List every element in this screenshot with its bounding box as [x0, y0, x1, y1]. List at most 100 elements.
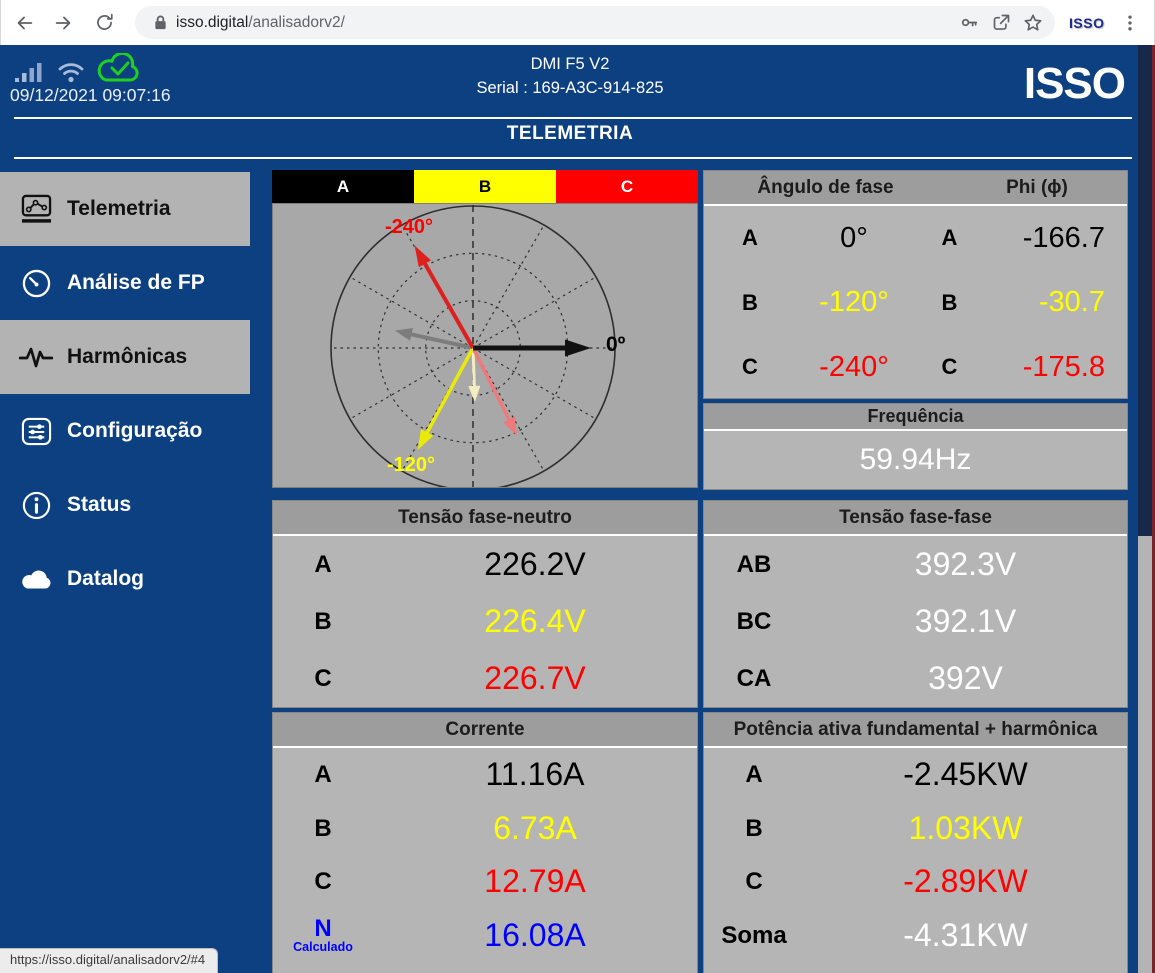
phasor-arrow-voltage-c: [415, 246, 473, 348]
value-row: B6.73A: [273, 802, 697, 856]
panel-voltage-ln: Tensão fase-neutro A226.2V B226.4V C226.7V: [272, 500, 698, 708]
phasor-arrow-current-c: [473, 348, 517, 436]
phase-label: C: [273, 869, 373, 894]
header-divider-bottom: [14, 157, 1132, 159]
angle-row: C-240°C-175.8: [704, 335, 1127, 400]
sidebar-item-harmonicas[interactable]: Harmônicas: [0, 320, 250, 394]
panel-title-voltage-ll: Tensão fase-fase: [704, 501, 1127, 536]
url-path: /analisadorv2/: [248, 14, 345, 31]
legend-phase-b: B: [414, 170, 556, 203]
panel-current: Corrente A11.16AB6.73AC12.79ANCalculado1…: [272, 712, 698, 973]
value-row: C226.7V: [273, 650, 697, 707]
phase-label: C: [273, 666, 373, 691]
legend-phase-a: A: [272, 170, 414, 203]
phase-label: NCalculado: [273, 916, 373, 954]
share-icon[interactable]: [985, 7, 1017, 39]
angle-phase-label: B: [704, 290, 796, 316]
phase-label: BC: [704, 609, 804, 634]
phase-value: 12.79A: [373, 863, 697, 900]
legend-phase-c: C: [556, 170, 698, 203]
isso-logo: ISSO: [1024, 59, 1125, 109]
angle-value: -240°: [796, 351, 912, 384]
gauge-icon: [18, 268, 54, 299]
phase-label: A: [273, 762, 373, 787]
phase-value: 16.08A: [373, 917, 697, 954]
phase-value: -4.31KW: [804, 917, 1127, 954]
panel-title-voltage-ln: Tensão fase-neutro: [273, 501, 697, 536]
phase-value: 226.4V: [373, 603, 697, 640]
value-row: AB392.3V: [704, 536, 1127, 593]
lock-icon[interactable]: [153, 14, 168, 31]
sidebar-item-datalog[interactable]: Datalog: [0, 542, 250, 616]
phase-label: A: [273, 552, 373, 577]
phase-label: A: [704, 762, 804, 787]
status-link-tooltip: https://isso.digital/analisadorv2/#4: [0, 948, 218, 973]
value-row: NCalculado16.08A: [273, 909, 697, 963]
phase-c-angle-label: -240°: [385, 216, 433, 239]
device-model: DMI F5 V2: [0, 55, 1140, 74]
phasor-canvas: [273, 204, 697, 487]
value-row: C12.79A: [273, 855, 697, 909]
value-row: A226.2V: [273, 536, 697, 593]
phase-value: 11.16A: [373, 756, 697, 793]
value-row: A-2.45KW: [704, 748, 1127, 802]
forward-button[interactable]: [47, 6, 81, 40]
phase-legend: ABC: [272, 170, 698, 203]
phi-value: -30.7: [987, 286, 1127, 319]
panel-title-angle: Ângulo de fase: [704, 177, 947, 199]
back-button[interactable]: [7, 6, 41, 40]
phi-phase-label: B: [912, 290, 987, 316]
page-title: TELEMETRIA: [0, 123, 1140, 145]
phase-value: 392V: [804, 660, 1127, 697]
phase-label: B: [273, 609, 373, 634]
telemetry-icon: [18, 194, 54, 224]
angle-phase-label: A: [704, 225, 796, 251]
angle-row: B-120°B-30.7: [704, 271, 1127, 336]
value-row: Soma-4.31KW: [704, 909, 1127, 963]
phase-b-angle-label: -120°: [387, 454, 435, 477]
sidebar-item-status[interactable]: Status: [0, 468, 250, 542]
bookmark-star-icon[interactable]: [1017, 7, 1049, 39]
phi-phase-label: A: [912, 225, 987, 251]
phase-label: CA: [704, 666, 804, 691]
value-row: BC392.1V: [704, 593, 1127, 650]
phase-label: B: [704, 816, 804, 841]
browser-menu-icon[interactable]: [1120, 13, 1140, 33]
frequency-value: 59.94Hz: [704, 431, 1127, 489]
panel-title-current: Corrente: [273, 713, 697, 748]
angle-phase-label: C: [704, 354, 796, 380]
reload-button[interactable]: [87, 6, 121, 40]
app-header: 09/12/2021 09:07:16 DMI F5 V2 Serial : 1…: [0, 45, 1155, 165]
angle-row: A0°A-166.7: [704, 206, 1127, 271]
waveform-icon: [18, 343, 54, 371]
address-bar[interactable]: isso.digital/analisadorv2/: [135, 6, 1055, 39]
panel-voltage-ll: Tensão fase-fase AB392.3VBC392.1VCA392V: [703, 500, 1128, 708]
phase-value: -2.89KW: [804, 863, 1127, 900]
phase-sublabel: Calculado: [273, 941, 373, 954]
phase-a-angle-label: 0º: [606, 333, 625, 357]
panel-title-phi: Phi (ϕ): [947, 177, 1127, 199]
angle-value: 0°: [796, 222, 912, 255]
sidebar-item-analise-de-fp[interactable]: Análise de FP: [0, 246, 250, 320]
phase-value: 6.73A: [373, 810, 697, 847]
panel-title-frequency: Frequência: [704, 404, 1127, 431]
sidebar-item-label: Datalog: [67, 567, 144, 591]
sidebar-item-configuracao[interactable]: Configuração: [0, 394, 250, 468]
phi-phase-label: C: [912, 354, 987, 380]
sidebar-item-telemetria[interactable]: Telemetria: [0, 172, 250, 246]
sidebar-item-label: Telemetria: [67, 197, 171, 221]
phasor-diagram: -240° 0º -120°: [272, 203, 698, 488]
key-icon[interactable]: [953, 7, 985, 39]
isso-extension-icon[interactable]: ISSO: [1069, 15, 1104, 31]
phase-label: C: [704, 869, 804, 894]
phase-value: 226.2V: [373, 546, 697, 583]
cloud-icon: [18, 567, 54, 592]
phase-value: -2.45KW: [804, 756, 1127, 793]
url-host: isso.digital: [176, 14, 248, 31]
sidebar-item-label: Configuração: [67, 419, 202, 443]
url-text[interactable]: isso.digital/analisadorv2/: [176, 14, 953, 32]
phase-value: 392.3V: [804, 546, 1127, 583]
phase-label: B: [273, 816, 373, 841]
panel-active-power: Potência ativa fundamental + harmônica A…: [703, 712, 1128, 973]
phase-label: AB: [704, 552, 804, 577]
